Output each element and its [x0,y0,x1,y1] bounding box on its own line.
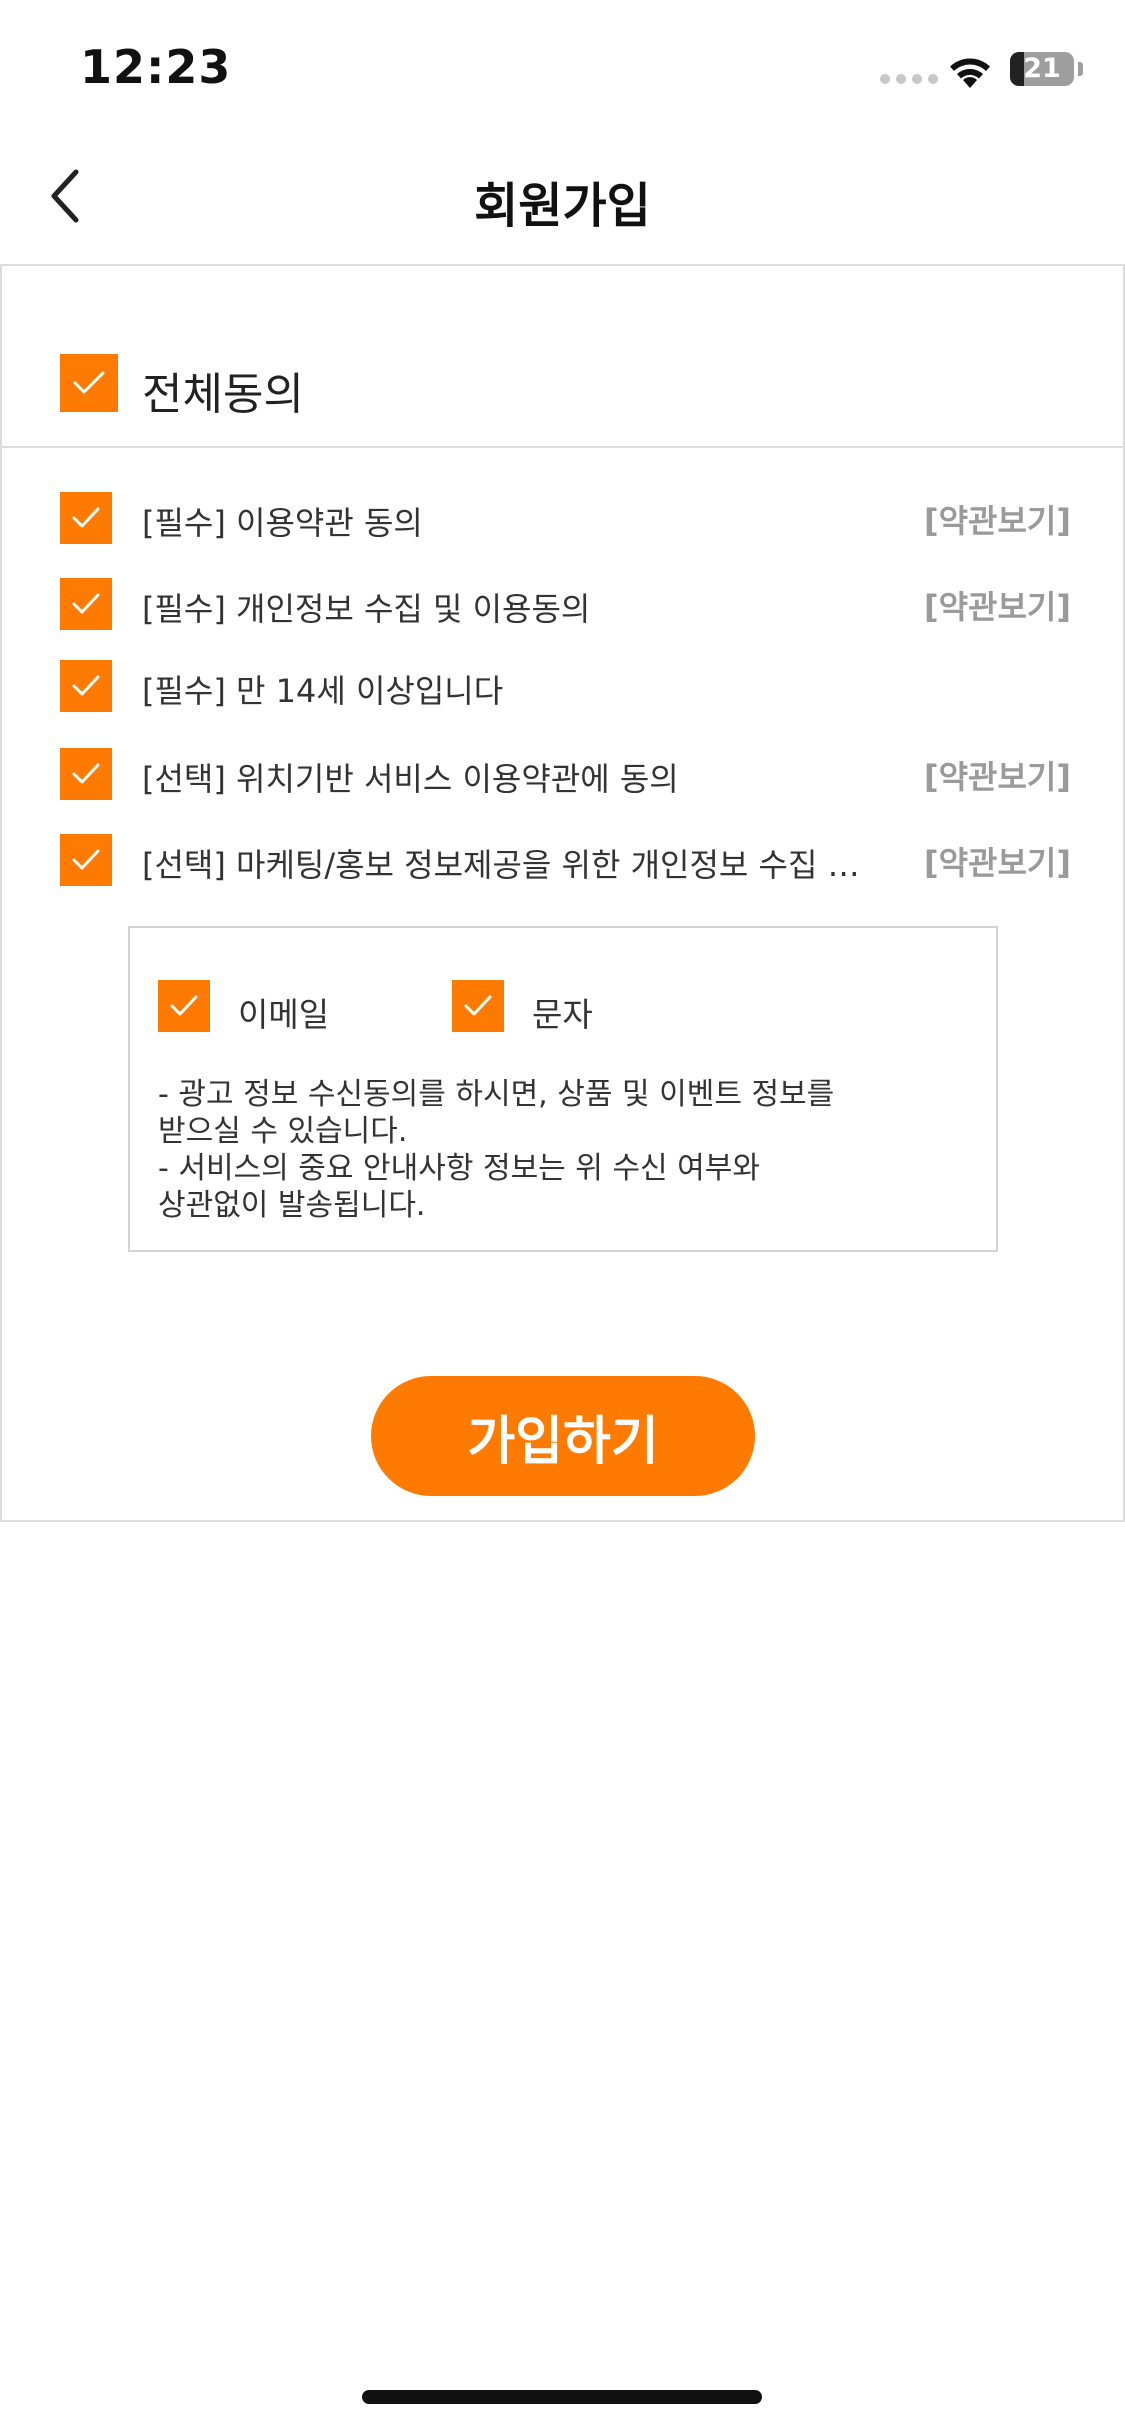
check-icon [72,675,100,696]
notice-line: - 광고 정보 수신동의를 하시면, 상품 및 이벤트 정보를 받으실 수 있습… [158,1077,835,1149]
battery-level: 21 [1023,53,1061,84]
agree-all-row: 전체동의 [2,266,1123,448]
marketing-options-box: 이메일 문자 - 광고 정보 수신동의를 하시면, 상품 및 이벤트 정보를 받… [128,926,998,1252]
sms-checkbox[interactable] [452,980,504,1032]
check-icon [72,849,100,870]
status-bar: 12:23 21 [0,0,1125,130]
check-icon [170,995,198,1016]
view-terms-link[interactable]: [약관보기] [924,752,1071,798]
agree-all-checkbox[interactable] [60,354,118,412]
home-indicator [362,2390,762,2404]
term-row-age: [필수] 만 14세 이상입니다 [2,656,1123,716]
status-time: 12:23 [80,40,232,94]
marketing-notice: - 광고 정보 수신동의를 하시면, 상품 및 이벤트 정보를 받으실 수 있습… [158,1076,958,1224]
notice-line: - 서비스의 중요 안내사항 정보는 위 수신 여부와 상관없이 발송됩니다. [158,1151,760,1223]
terms-card: 전체동의 [필수] 이용약관 동의 [약관보기] [필수] 개인정보 수집 및 … [0,264,1125,1522]
term-row-privacy: [필수] 개인정보 수집 및 이용동의 [약관보기] [2,574,1123,634]
agree-all-label: 전체동의 [142,369,304,420]
view-terms-link[interactable]: [약관보기] [924,582,1071,628]
battery-cap [1078,62,1083,76]
email-checkbox[interactable] [158,980,210,1032]
check-icon [72,763,100,784]
signup-screen: 12:23 21 회원가입 전체동의 [필수] 이용약관 동의 [약관보기] [… [0,0,1125,2436]
term-row-terms-of-use: [필수] 이용약관 동의 [약관보기] [2,488,1123,548]
term-row-location: [선택] 위치기반 서비스 이용약관에 동의 [약관보기] [2,744,1123,804]
term-row-marketing: [선택] 마케팅/홍보 정보제공을 위한 개인정보 수집 및 이용동의 [약관보… [2,830,1123,890]
cellular-signal-icon [880,74,938,84]
check-icon [73,371,105,394]
wifi-icon [950,58,990,88]
check-icon [464,995,492,1016]
check-icon [72,593,100,614]
term-label: [필수] 만 14세 이상입니다 [142,672,504,710]
header: 회원가입 [0,140,1125,260]
term-label: [선택] 마케팅/홍보 정보제공을 위한 개인정보 수집 및 이용동의 [142,846,867,884]
term-label: [필수] 개인정보 수집 및 이용동의 [142,590,591,628]
check-icon [72,507,100,528]
term-checkbox[interactable] [60,834,112,886]
view-terms-link[interactable]: [약관보기] [924,838,1071,884]
term-label: [필수] 이용약관 동의 [142,504,423,542]
sms-option-label: 문자 [532,995,593,1034]
battery-icon: 21 [1010,52,1074,86]
signup-button[interactable]: 가입하기 [371,1376,755,1496]
term-checkbox[interactable] [60,660,112,712]
term-checkbox[interactable] [60,748,112,800]
page-title: 회원가입 [474,178,651,234]
term-label: [선택] 위치기반 서비스 이용약관에 동의 [142,760,679,798]
view-terms-link[interactable]: [약관보기] [924,496,1071,542]
email-option-label: 이메일 [238,995,330,1034]
term-checkbox[interactable] [60,492,112,544]
term-checkbox[interactable] [60,578,112,630]
